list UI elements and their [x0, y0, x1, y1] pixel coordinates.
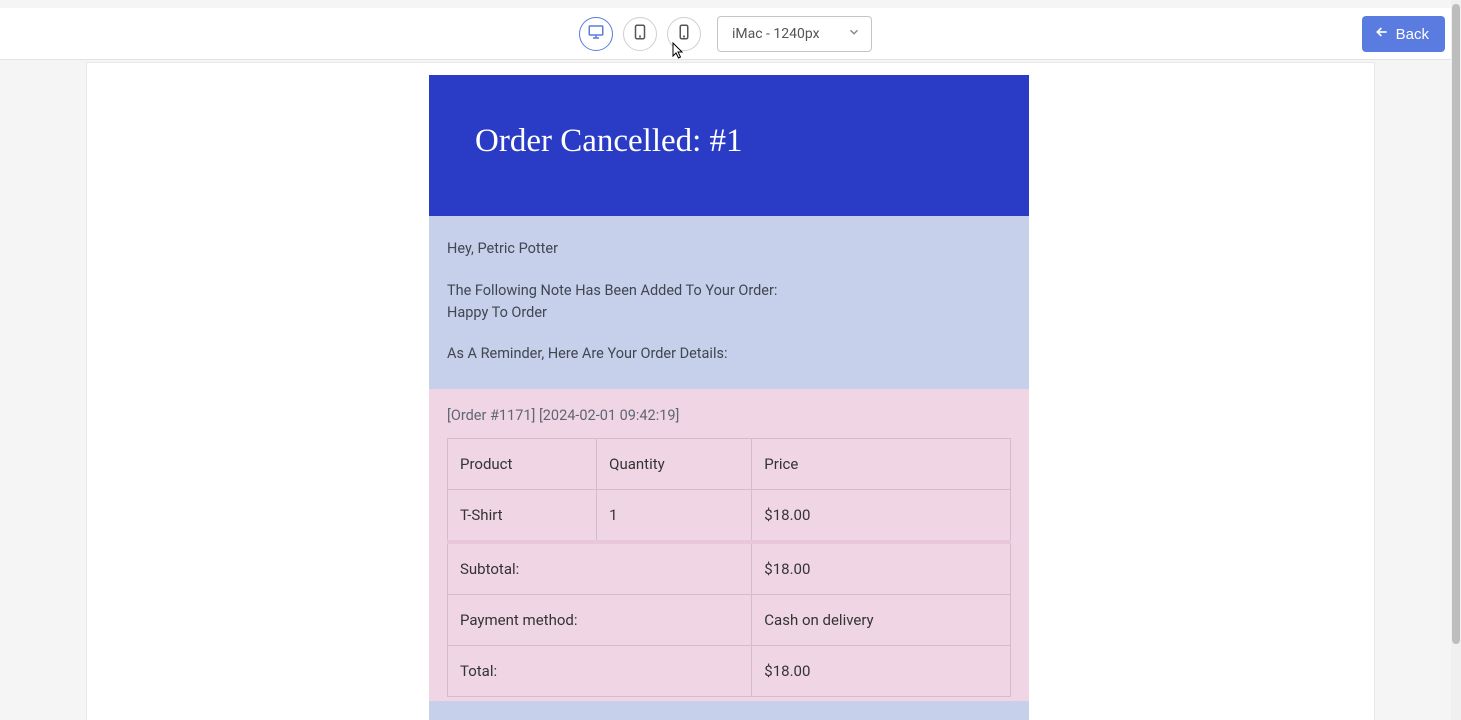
summary-row-total: Total: $18.00	[448, 646, 1011, 697]
total-label: Total:	[448, 646, 752, 697]
tablet-view-button[interactable]	[623, 17, 657, 51]
device-size-select[interactable]: iMac - 1240px	[717, 16, 872, 52]
scrollbar-track[interactable]	[1451, 0, 1461, 720]
note-body-text: Happy To Order	[447, 302, 1011, 324]
note-intro-text: The Following Note Has Been Added To You…	[447, 280, 1011, 302]
email-preview: Order Cancelled: #1 Hey, Petric Potter T…	[429, 75, 1029, 720]
col-quantity: Quantity	[597, 439, 752, 490]
email-intro: Hey, Petric Potter The Following Note Ha…	[429, 216, 1029, 389]
order-meta: [Order #1171] [2024-02-01 09:42:19]	[447, 407, 1011, 424]
preview-toolbar: iMac - 1240px Back	[0, 8, 1451, 60]
cell-price: $18.00	[752, 490, 1011, 543]
preview-canvas: Order Cancelled: #1 Hey, Petric Potter T…	[86, 62, 1375, 720]
cell-quantity: 1	[597, 490, 752, 543]
back-button[interactable]: Back	[1362, 16, 1445, 52]
tablet-icon	[631, 23, 649, 44]
mobile-icon	[675, 23, 693, 44]
chevron-down-icon	[847, 25, 861, 43]
arrow-left-icon	[1374, 24, 1390, 44]
total-value: $18.00	[752, 646, 1011, 697]
email-title: Order Cancelled: #1	[475, 123, 983, 160]
back-button-label: Back	[1396, 26, 1429, 43]
reminder-text: As A Reminder, Here Are Your Order Detai…	[447, 343, 1011, 365]
summary-row-subtotal: Subtotal: $18.00	[448, 542, 1011, 595]
table-row: T-Shirt 1 $18.00	[448, 490, 1011, 543]
greeting-text: Hey, Petric Potter	[447, 238, 1011, 260]
table-header-row: Product Quantity Price	[448, 439, 1011, 490]
payment-label: Payment method:	[448, 595, 752, 646]
mobile-view-button[interactable]	[667, 17, 701, 51]
device-select-label: iMac - 1240px	[732, 26, 820, 42]
email-header: Order Cancelled: #1	[429, 75, 1029, 216]
subtotal-value: $18.00	[752, 542, 1011, 595]
subtotal-label: Subtotal:	[448, 542, 752, 595]
payment-value: Cash on delivery	[752, 595, 1011, 646]
desktop-icon	[587, 23, 605, 44]
device-buttons	[579, 17, 701, 51]
desktop-view-button[interactable]	[579, 17, 613, 51]
col-price: Price	[752, 439, 1011, 490]
order-table: Product Quantity Price T-Shirt 1 $18.00 …	[447, 438, 1011, 697]
col-product: Product	[448, 439, 597, 490]
order-section: [Order #1171] [2024-02-01 09:42:19] Prod…	[429, 389, 1029, 701]
cell-product: T-Shirt	[448, 490, 597, 543]
summary-row-payment: Payment method: Cash on delivery	[448, 595, 1011, 646]
scrollbar-thumb[interactable]	[1452, 4, 1460, 644]
address-section: Billing Address Shipping Address	[429, 701, 1029, 720]
